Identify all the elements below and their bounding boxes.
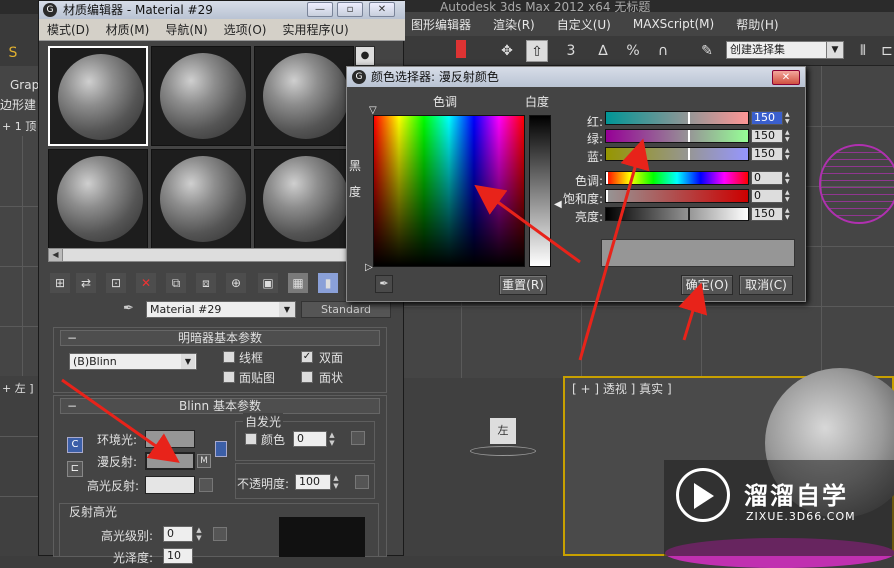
arrow-to-diffuse: [61, 378, 180, 463]
play-triangle-icon: [694, 483, 714, 509]
watermark-name: 溜溜自学: [744, 482, 848, 510]
arrow-to-rgb-values: [578, 138, 650, 361]
arrow-to-ok-button: [678, 282, 708, 341]
arrow-to-color-picker: [474, 184, 581, 264]
watermark-url: ZIXUE.3D66.COM: [746, 510, 856, 523]
